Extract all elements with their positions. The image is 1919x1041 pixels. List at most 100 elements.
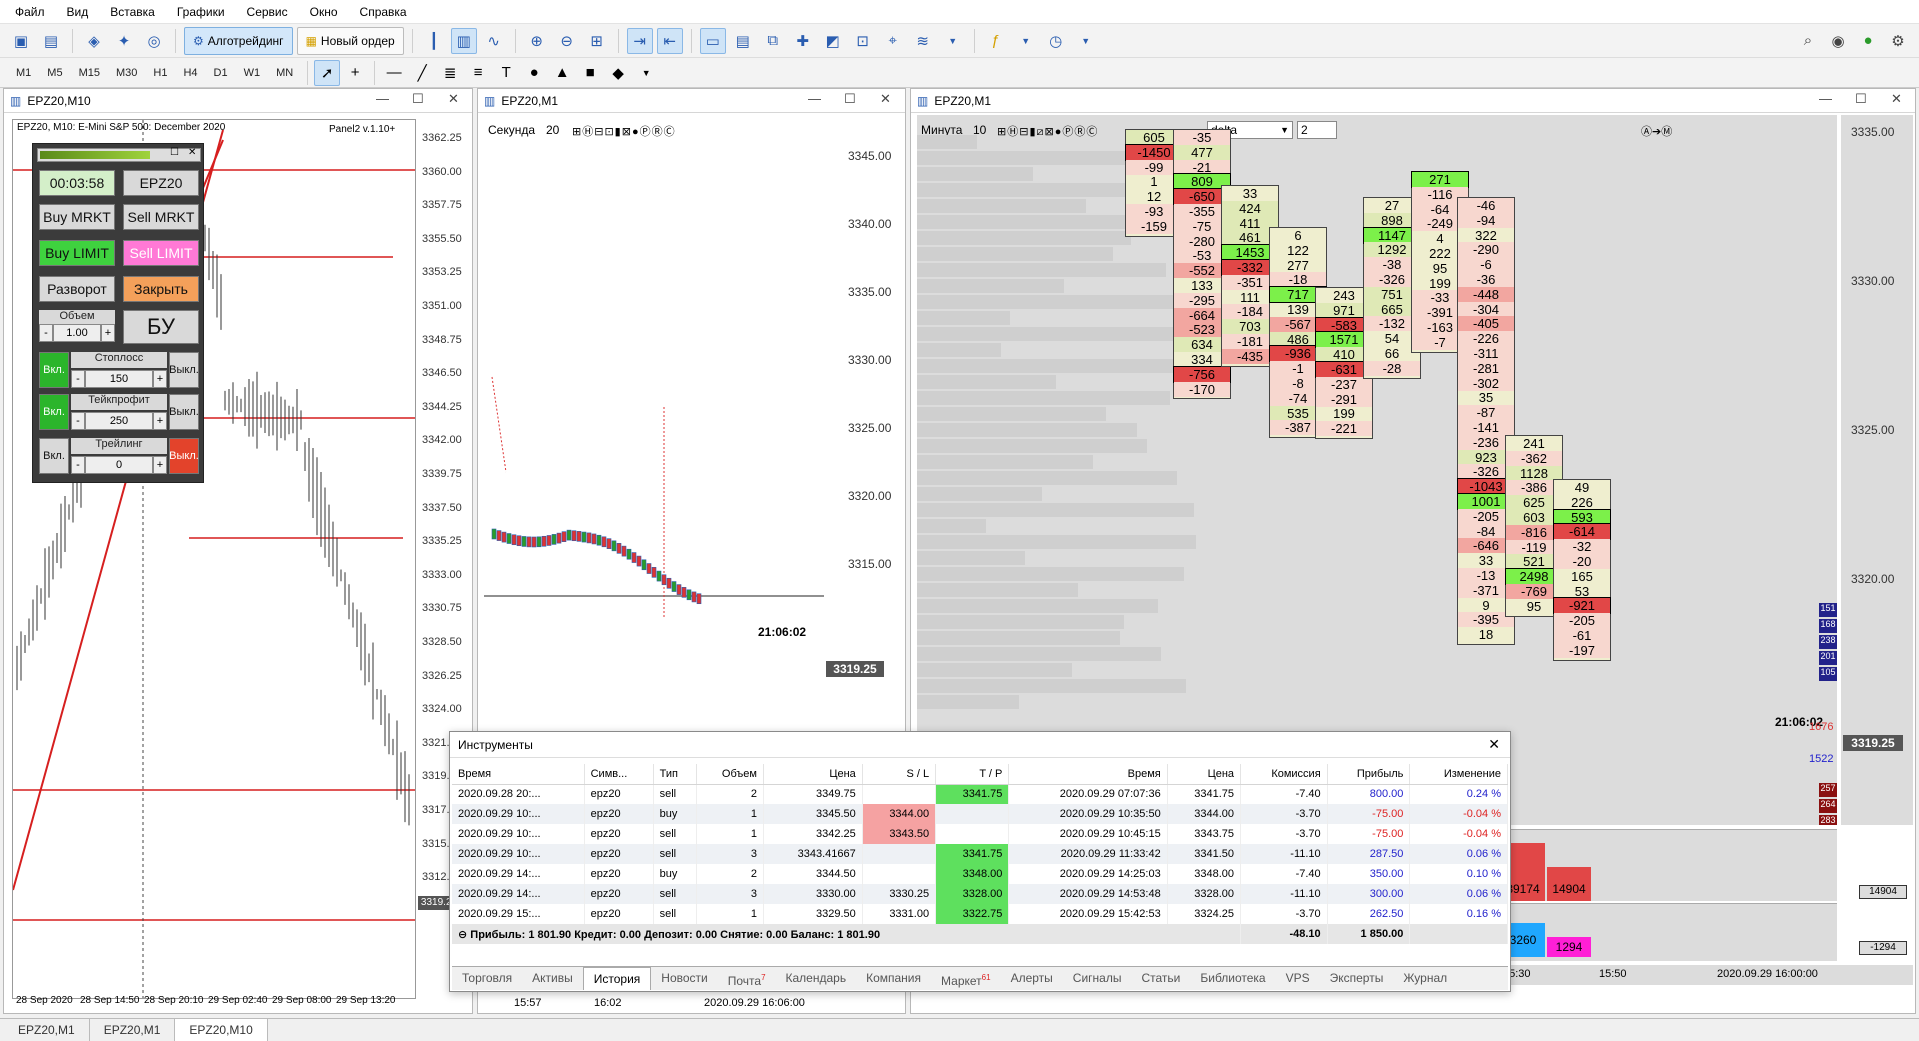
chart-tab-1[interactable]: EPZ20,M1 [90,1019,176,1041]
autoscroll-icon[interactable]: ⇥ [626,27,653,54]
data-window-icon[interactable]: ▤ [730,28,756,54]
table-row[interactable]: 2020.09.29 10:... epz20 sell 3 3343.41667 334… [452,844,1508,864]
tab-0[interactable]: Торговля [452,967,522,990]
trailing-on-button[interactable]: Вкл. [39,438,69,474]
new-chart-icon[interactable]: ▣ [8,28,34,54]
trailing-input[interactable]: 0 [85,456,153,474]
chart-tab-0[interactable]: EPZ20,M1 [4,1019,90,1041]
stoploss-off-button[interactable]: Выкл. [169,352,199,388]
tab-5[interactable]: Календарь [776,967,857,990]
close-icon[interactable]: ✕ [1891,91,1902,107]
market-watch-icon[interactable]: ◈ [81,28,107,54]
tab-14[interactable]: Журнал [1393,967,1457,990]
lvl-icon[interactable]: ● [1855,28,1881,54]
line-chart-icon[interactable]: ∿ [481,28,507,54]
periods-icon[interactable]: ⌖ [880,28,906,54]
close-icon[interactable]: ✕ [448,91,459,107]
tab-1[interactable]: Активы [522,967,583,990]
panel-header[interactable]: ☐ ✕ [37,147,201,162]
tile-windows-icon[interactable]: ⊞ [584,28,610,54]
stoploss-plus-button[interactable]: + [153,370,167,388]
screenshot-icon[interactable]: ◩ [820,28,846,54]
table-row[interactable]: 2020.09.29 10:... epz20 buy 1 3345.50 3344.00… [452,804,1508,824]
navigator-icon[interactable]: ✦ [111,28,137,54]
timeframe-w1[interactable]: W1 [236,61,269,85]
takeprofit-input[interactable]: 250 [85,412,153,430]
tab-10[interactable]: Статьи [1131,967,1190,990]
buy-limit-button[interactable]: Buy LIMIT [39,240,115,266]
new-order-button[interactable]: ▦ Новый ордер [296,26,404,55]
sell-market-button[interactable]: Sell MRKT [123,204,199,230]
timeframe-h1[interactable]: H1 [145,61,175,85]
tab-7[interactable]: Маркет61 [931,967,1001,990]
fibonacci-icon[interactable]: ≣ [437,60,463,86]
candle-chart-icon[interactable]: ▥ [450,27,477,54]
timeframe-m5[interactable]: M5 [39,61,70,85]
tab-6[interactable]: Компания [856,967,931,990]
ellipse-icon[interactable]: ● [521,60,547,86]
menu-item-4[interactable]: Сервис [236,0,299,24]
timeframe-mn[interactable]: MN [268,61,301,85]
timeframe-m15[interactable]: M15 [71,61,108,85]
trailing-off-button[interactable]: Выкл. [169,438,199,474]
menu-item-0[interactable]: Файл [4,0,56,24]
crosshair-icon[interactable]: ✚ [790,28,816,54]
maximize-icon[interactable]: ☐ [1855,91,1867,107]
column-header[interactable]: Прибыль [1327,764,1411,785]
cursor-icon[interactable]: ➚ [314,59,341,86]
experts-icon[interactable]: ƒ [983,28,1009,54]
text-icon[interactable]: T [493,60,519,86]
shapes-dropdown-icon[interactable]: ▼ [633,60,659,86]
profiles-icon[interactable]: ▤ [38,28,64,54]
stoploss-input[interactable]: 150 [85,370,153,388]
tab-2[interactable]: История [582,967,652,990]
column-header[interactable]: Объем [696,764,764,785]
menu-item-3[interactable]: Графики [166,0,236,24]
table-row[interactable]: 2020.09.28 20:... epz20 sell 2 3349.75 3341.7… [452,784,1508,804]
column-header[interactable]: T / P [935,764,1010,785]
takeprofit-plus-button[interactable]: + [153,412,167,430]
timeframe-m1[interactable]: M1 [8,61,39,85]
breakeven-button[interactable]: БУ [123,310,199,344]
timeframe-d1[interactable]: D1 [206,61,236,85]
table-row[interactable]: 2020.09.29 14:... epz20 buy 2 3344.50 3348.00… [452,864,1508,884]
table-row[interactable]: 2020.09.29 15:... epz20 sell 1 3329.50 3331.0… [452,904,1508,924]
maximize-icon[interactable]: ☐ [844,91,856,107]
fibo-fan-icon[interactable]: ≡ [465,60,491,86]
panel-minimize-icon[interactable]: ☐ [170,147,179,158]
takeprofit-on-button[interactable]: Вкл. [39,394,69,430]
chart-shift-icon[interactable]: ⇤ [656,27,683,54]
stoploss-minus-button[interactable]: - [71,370,85,388]
algo-trading-button[interactable]: ⚙ Алготрейдинг [184,26,293,55]
column-header[interactable]: Симв... [584,764,654,785]
arrows-icon[interactable]: ◆ [605,60,631,86]
stoploss-on-button[interactable]: Вкл. [39,352,69,388]
minimize-icon[interactable]: — [1819,91,1832,106]
tab-3[interactable]: Новости [651,967,717,990]
volume-minus-button[interactable]: - [39,324,53,342]
zoom-out-icon[interactable]: ⊖ [554,28,580,54]
column-header[interactable]: Время [452,764,585,785]
signals-icon[interactable]: ◎ [141,28,167,54]
volume-plus-button[interactable]: + [101,324,115,342]
close-position-button[interactable]: Закрыть [123,276,199,302]
tab-8[interactable]: Алерты [1001,967,1063,990]
minimize-icon[interactable]: — [376,91,389,106]
column-header[interactable]: Тип [653,764,698,785]
close-icon[interactable]: ✕ [1488,736,1500,753]
timeframe-m30[interactable]: M30 [108,61,145,85]
rectangle-icon[interactable]: ■ [577,60,603,86]
account-icon[interactable]: ◉ [1825,28,1851,54]
experts-dropdown-icon[interactable]: ▼ [1013,28,1039,54]
zoom-in-icon[interactable]: ⊕ [524,28,550,54]
table-row[interactable]: 2020.09.29 14:... epz20 sell 3 3330.00 3330.2… [452,884,1508,904]
menu-item-2[interactable]: Вставка [99,0,166,24]
menu-item-5[interactable]: Окно [299,0,349,24]
table-row[interactable]: 2020.09.29 10:... epz20 sell 1 3342.25 3343.5… [452,824,1508,844]
indicators-dropdown-icon[interactable]: ▼ [940,28,966,54]
column-header[interactable]: S / L [862,764,937,785]
triangle-icon[interactable]: ▲ [549,60,575,86]
search-icon[interactable]: ⌕ [1795,28,1821,54]
trendline-icon[interactable]: ╱ [409,60,435,86]
menu-item-6[interactable]: Справка [349,0,418,24]
